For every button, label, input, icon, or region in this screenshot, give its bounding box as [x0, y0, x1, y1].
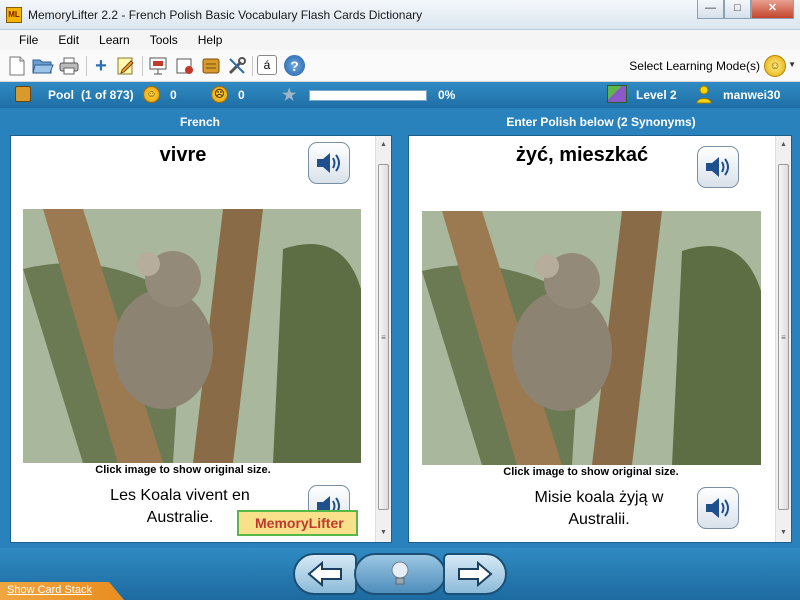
answer-sentence-audio-button[interactable]: [697, 487, 739, 529]
toolbar: + á ? Select Learning Mode(s) ☺ ▼: [0, 50, 800, 82]
new-document-icon[interactable]: [6, 55, 28, 77]
level-label: Level 2: [636, 88, 677, 102]
koala-image[interactable]: [23, 209, 361, 463]
chevron-down-icon[interactable]: ▼: [788, 60, 796, 69]
add-card-icon[interactable]: +: [90, 55, 112, 77]
presentation-icon[interactable]: [147, 55, 169, 77]
toolbar-separator: [142, 56, 143, 76]
pool-box-icon: [15, 86, 31, 102]
previous-card-button[interactable]: [293, 553, 357, 595]
pool-label: Pool: [48, 88, 74, 102]
speaker-icon: [706, 498, 729, 518]
toolbar-separator: [252, 56, 253, 76]
box-icon[interactable]: [200, 55, 222, 77]
sad-smiley-icon: ☹: [211, 86, 228, 103]
edit-notepad-icon[interactable]: [115, 55, 137, 77]
answer-audio-button[interactable]: [697, 146, 739, 188]
koala-photo-icon: [422, 211, 761, 465]
answer-scrollbar[interactable]: ▲ ≡ ▼: [775, 136, 791, 542]
question-panel: vivre Click image to show original size.…: [10, 135, 392, 543]
minimize-button[interactable]: —: [697, 0, 724, 19]
question-header: French: [179, 115, 220, 129]
show-card-stack-link[interactable]: Show Card Stack: [0, 582, 124, 600]
question-image-caption[interactable]: Click image to show original size.: [11, 464, 355, 476]
menu-file[interactable]: File: [9, 30, 48, 50]
status-bar: Pool (1 of 873) ☺ 0 ☹ 0 ★ 0% Level 2 man…: [0, 82, 800, 108]
tools-icon[interactable]: [226, 55, 248, 77]
window-controls: — □ ✕: [697, 0, 794, 20]
answer-sentence: Misie koala żyją w Australii.: [489, 487, 709, 531]
menu-edit[interactable]: Edit: [48, 30, 89, 50]
menu-tools[interactable]: Tools: [140, 30, 188, 50]
close-button[interactable]: ✕: [751, 0, 794, 19]
scroll-thumb[interactable]: ≡: [378, 164, 389, 510]
special-char-icon[interactable]: á: [257, 55, 277, 75]
star-icon: ★: [282, 87, 297, 104]
title-bar: ML MemoryLifter 2.2 - French Polish Basi…: [0, 0, 800, 30]
scroll-down-icon[interactable]: ▼: [776, 526, 791, 540]
window-title: MemoryLifter 2.2 - French Polish Basic V…: [28, 8, 423, 22]
menu-learn[interactable]: Learn: [89, 30, 140, 50]
hint-button[interactable]: [354, 553, 446, 595]
bottom-bar: Show Card Stack: [0, 548, 800, 600]
koala-photo-icon: [23, 209, 361, 463]
learning-mode-label[interactable]: Select Learning Mode(s): [629, 59, 760, 73]
question-audio-button[interactable]: [308, 142, 350, 184]
koala-image[interactable]: [422, 211, 761, 465]
happy-smiley-icon: ☺: [143, 86, 160, 103]
question-word: vivre: [159, 144, 207, 166]
menu-help[interactable]: Help: [188, 30, 233, 50]
memorylifter-watermark: MemoryLifter: [237, 510, 358, 536]
answer-image-caption[interactable]: Click image to show original size.: [409, 466, 773, 478]
level-icon: [607, 85, 627, 103]
happy-count: 0: [170, 88, 177, 102]
progress-text: 0%: [438, 88, 456, 102]
speaker-icon: [706, 157, 729, 177]
pool-count: (1 of 873): [81, 88, 134, 102]
help-icon[interactable]: ?: [284, 55, 305, 76]
maximize-button[interactable]: □: [724, 0, 751, 19]
lightbulb-icon: [391, 561, 409, 585]
app-logo-icon: ML: [6, 7, 22, 23]
question-scrollbar[interactable]: ▲ ≡ ▼: [375, 136, 391, 542]
arrow-right-icon: [458, 561, 493, 587]
answer-sentence-line2: Australii.: [568, 511, 630, 528]
scroll-down-icon[interactable]: ▼: [376, 526, 391, 540]
answer-sentence-line1: Misie koala żyją w: [534, 489, 664, 506]
progress-bar: [309, 90, 427, 101]
open-folder-icon[interactable]: [32, 55, 54, 77]
username: manwei30: [723, 88, 781, 102]
answer-header: Enter Polish below (2 Synonyms): [506, 115, 696, 129]
answer-panel: żyć, mieszkać Click image to show origin…: [408, 135, 792, 543]
next-card-button[interactable]: [443, 553, 507, 595]
statistics-icon[interactable]: [174, 55, 196, 77]
sad-count: 0: [238, 88, 245, 102]
arrow-left-icon: [307, 561, 342, 587]
user-icon: [696, 85, 712, 104]
toolbar-separator: [86, 56, 87, 76]
scroll-up-icon[interactable]: ▲: [376, 138, 391, 152]
speaker-icon: [317, 153, 340, 173]
question-sentence-line1: Les Koala vivent en: [110, 487, 250, 504]
learning-mode-icon[interactable]: ☺: [764, 55, 786, 77]
menu-bar: File Edit Learn Tools Help: [0, 30, 800, 50]
print-icon[interactable]: [58, 55, 80, 77]
scroll-thumb[interactable]: ≡: [778, 164, 789, 510]
card-area: French Enter Polish below (2 Synonyms) v…: [0, 108, 800, 548]
scroll-up-icon[interactable]: ▲: [776, 138, 791, 152]
